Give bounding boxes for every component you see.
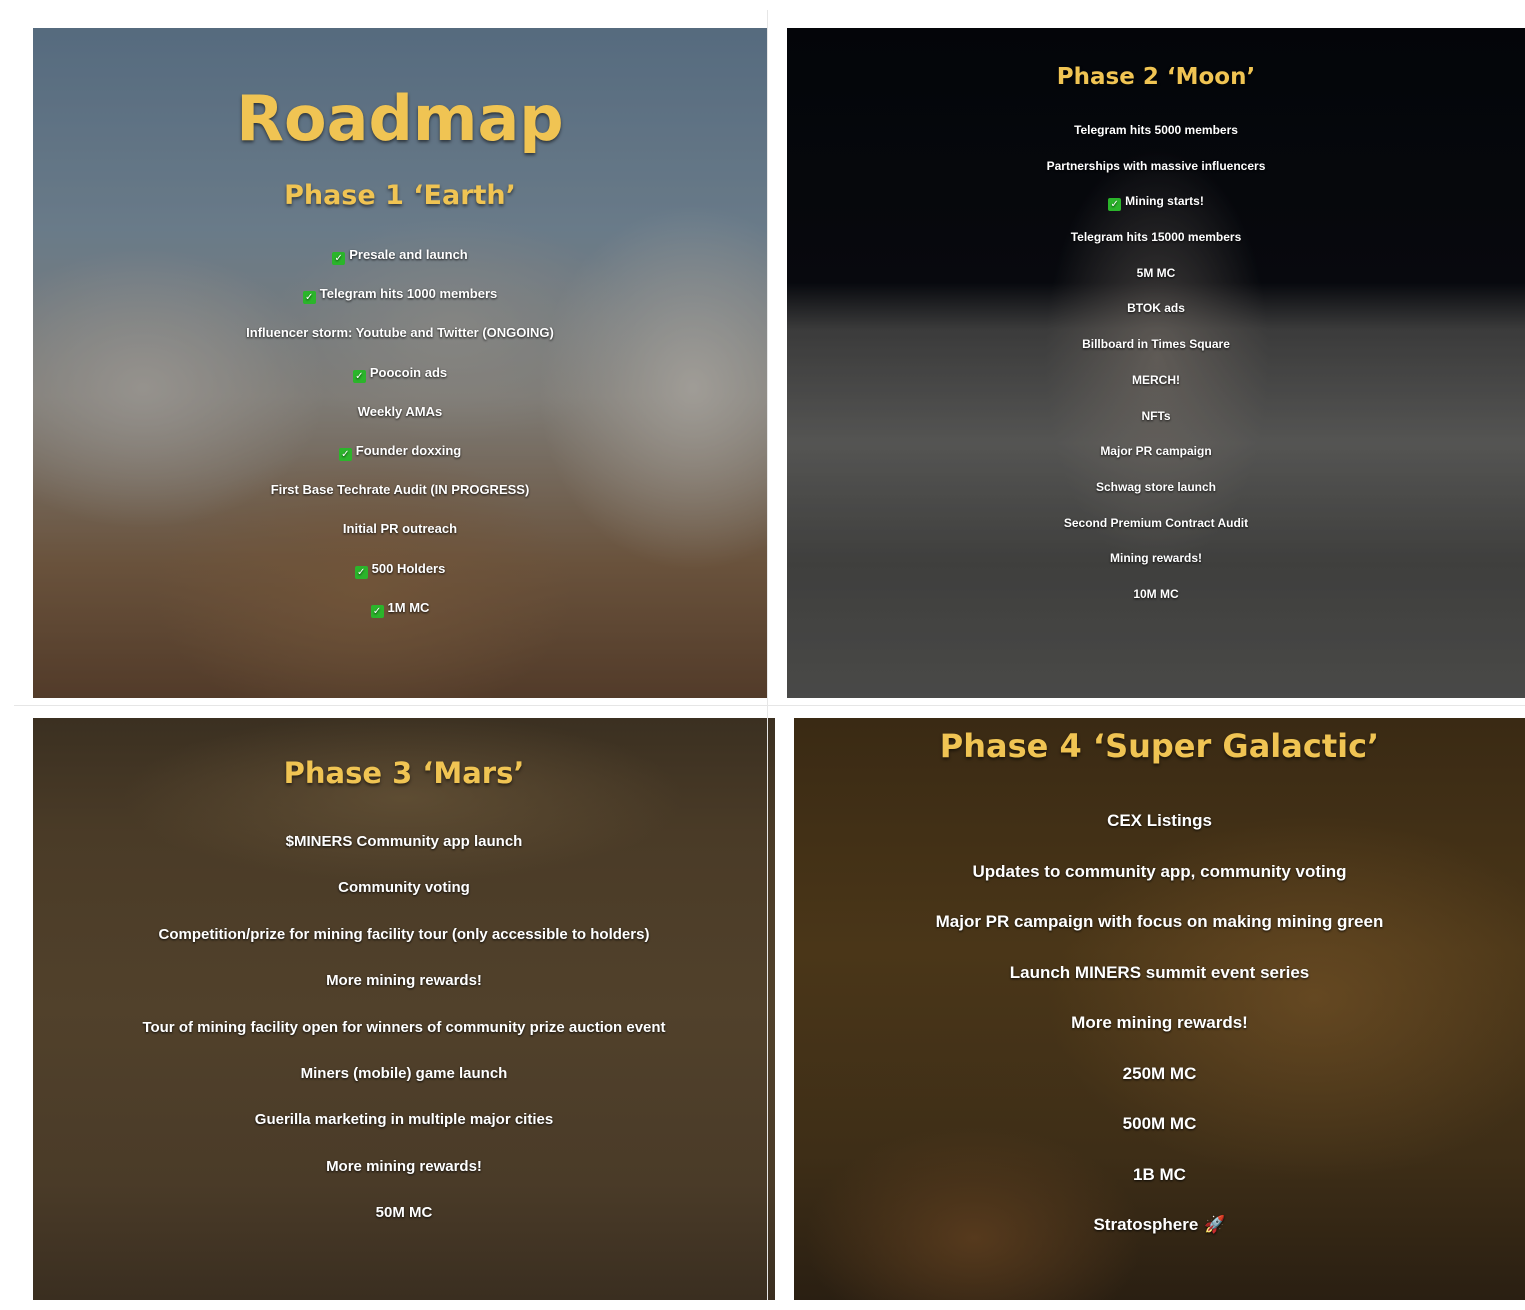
- list-item: Tour of mining facility open for winners…: [142, 1018, 666, 1036]
- list-item: Partnerships with massive influencers: [1046, 158, 1266, 173]
- phase-3-list: $MINERS Community app launch Community v…: [33, 828, 775, 1246]
- list-item: Second Premium Contract Audit: [1063, 515, 1249, 530]
- phase-2-list: Telegram hits 5000 members Partnerships …: [787, 119, 1525, 619]
- list-item: BTOK ads: [1127, 301, 1185, 316]
- list-item: Mining rewards!: [1109, 551, 1202, 566]
- list-item: 250M MC: [1122, 1063, 1197, 1083]
- list-item: Billboard in Times Square: [1082, 337, 1230, 352]
- list-item: Schwag store launch: [1095, 479, 1217, 494]
- list-item: 500M MC: [1122, 1114, 1197, 1133]
- check-mark-icon: ✓: [370, 604, 384, 618]
- list-item: ✓ Founder doxxing: [33, 438, 767, 477]
- check-mark-icon: ✓: [338, 447, 352, 461]
- list-item: MERCH!: [1132, 372, 1180, 387]
- list-item: Telegram hits 5000 members: [1074, 123, 1238, 137]
- check-mark-icon: ✓: [302, 291, 316, 305]
- phase-1-title: Phase 1 ‘Earth’: [284, 180, 516, 211]
- phase-4-title: Phase 4 ‘Super Galactic’: [939, 727, 1380, 765]
- divider: [14, 705, 1525, 706]
- list-item: First Base Techrate Audit (IN PROGRESS): [270, 482, 530, 498]
- phase-2-title: Phase 2 ‘Moon’: [1056, 64, 1256, 90]
- list-item: 5M MC: [1136, 265, 1176, 280]
- list-item: Initial PR outreach: [342, 521, 458, 537]
- list-item: Major PR campaign: [1100, 444, 1212, 459]
- list-item: Telegram hits 15000 members: [1070, 230, 1242, 245]
- list-item: $MINERS Community app launch: [285, 833, 523, 850]
- list-item: NFTs: [1141, 408, 1171, 423]
- check-mark-icon: ✓: [332, 252, 346, 265]
- phase-4-panel: Phase 4 ‘Super Galactic’ CEX Listings Up…: [794, 718, 1525, 1300]
- list-item: Updates to community app, community voti…: [972, 861, 1347, 881]
- list-item: Stratosphere 🚀: [1093, 1215, 1226, 1235]
- list-item: ✓ Presale and launch: [33, 242, 767, 281]
- phase-4-list: CEX Listings Updates to community app, c…: [794, 807, 1525, 1262]
- check-mark-icon: ✓: [352, 369, 366, 383]
- list-item: ✓ Poocoin ads: [33, 360, 767, 399]
- list-item: Launch MINERS summit event series: [1009, 962, 1310, 982]
- list-item: 10M MC: [1133, 586, 1179, 601]
- phase-1-list: ✓ Presale and launch ✓ Telegram hits 1000 …: [33, 242, 767, 634]
- check-mark-icon: ✓: [1108, 198, 1122, 212]
- list-item: More mining rewards!: [1071, 1013, 1248, 1032]
- roadmap-title: Roadmap: [236, 82, 564, 155]
- list-item: Guerilla marketing in multiple major cit…: [254, 1111, 554, 1129]
- list-item: ✓ 500 Holders: [33, 556, 767, 595]
- phase-3-panel: Phase 3 ‘Mars’ $MINERS Community app lau…: [33, 718, 775, 1300]
- phase-3-title: Phase 3 ‘Mars’: [283, 756, 525, 790]
- list-item: Community voting: [338, 879, 470, 897]
- check-mark-icon: ✓: [354, 565, 368, 579]
- list-item: More mining rewards!: [326, 972, 482, 990]
- list-item: 50M MC: [375, 1204, 433, 1222]
- list-item: ✓ 1M MC: [33, 595, 767, 634]
- list-item: Competition/prize for mining facility to…: [158, 925, 650, 943]
- phase-2-panel: Phase 2 ‘Moon’ Telegram hits 5000 member…: [787, 28, 1525, 698]
- phase-1-panel: Roadmap Phase 1 ‘Earth’ ✓ Presale and lau…: [33, 28, 767, 698]
- list-item: ✓ Telegram hits 1000 members: [33, 281, 767, 320]
- list-item: Major PR campaign with focus on making m…: [935, 912, 1384, 931]
- list-item: ✓ Mining starts!: [787, 190, 1525, 226]
- list-item: CEX Listings: [1107, 811, 1212, 830]
- list-item: Influencer storm: Youtube and Twitter (O…: [246, 325, 554, 341]
- list-item: Weekly AMAs: [357, 403, 443, 419]
- list-item: Miners (mobile) game launch: [300, 1064, 508, 1082]
- list-item: 1B MC: [1133, 1164, 1186, 1184]
- list-item: More mining rewards!: [326, 1157, 482, 1175]
- rocket-icon: 🚀: [1204, 1215, 1226, 1235]
